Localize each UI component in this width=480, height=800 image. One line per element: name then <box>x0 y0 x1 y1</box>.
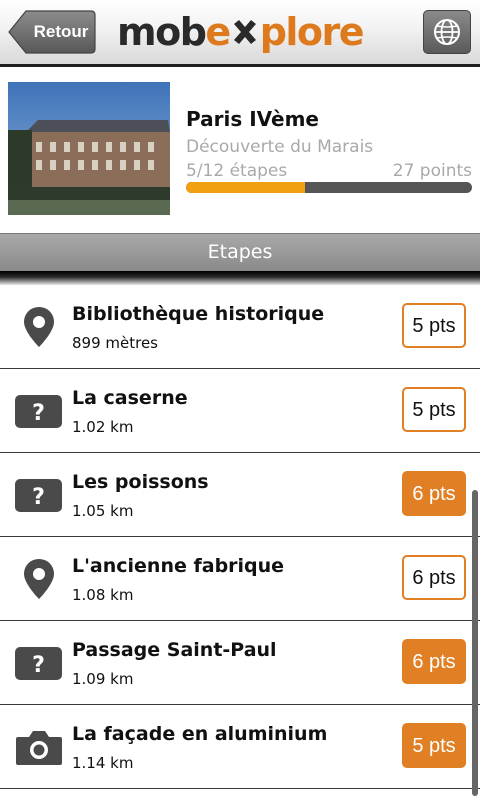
points-total-text: 27 points <box>392 161 472 181</box>
section-header: Etapes <box>0 233 480 271</box>
svg-text:?: ? <box>32 485 45 510</box>
map-pin-icon <box>14 557 64 601</box>
section-divider <box>0 271 480 286</box>
step-distance: 1.14 km <box>72 754 134 772</box>
svg-text:?: ? <box>32 653 45 678</box>
list-item[interactable]: L'ancienne fabrique 1.08 km 6 pts <box>0 537 480 621</box>
points-badge: 6 pts <box>402 471 466 516</box>
points-badge: 5 pts <box>402 303 466 348</box>
points-badge: 6 pts <box>402 639 466 684</box>
globe-icon <box>434 19 460 45</box>
step-distance: 1.09 km <box>72 670 134 688</box>
x-mark-icon <box>233 20 256 44</box>
question-icon: ? <box>14 641 64 685</box>
map-pin-icon <box>14 305 64 349</box>
back-button-label: Retour <box>33 22 89 41</box>
step-name: La façade en aluminium <box>72 723 328 745</box>
step-name: Passage Saint-Paul <box>72 639 277 661</box>
scrollbar[interactable] <box>472 490 478 796</box>
progress-bar-fill <box>186 182 306 193</box>
steps-list: Bibliothèque historique 899 mètres 5 pts… <box>0 285 480 789</box>
camera-icon <box>14 725 64 769</box>
svg-text:?: ? <box>32 401 45 426</box>
list-item[interactable]: ? Les poissons 1.05 km 6 pts <box>0 453 480 537</box>
list-item[interactable]: ? Passage Saint-Paul 1.09 km 6 pts <box>0 621 480 705</box>
points-badge: 6 pts <box>402 555 466 600</box>
step-distance: 1.05 km <box>72 502 134 520</box>
tour-photo <box>8 82 170 215</box>
app-logo: mobe plore <box>117 8 365 56</box>
back-button[interactable]: Retour <box>8 10 96 54</box>
logo-text-part2: e <box>205 10 231 54</box>
globe-button[interactable] <box>423 10 471 54</box>
step-name: L'ancienne fabrique <box>72 555 285 577</box>
tour-title: Paris IVème <box>186 107 319 131</box>
step-name: La caserne <box>72 387 188 409</box>
progress-bar <box>186 182 472 193</box>
logo-text-part1: mob <box>117 10 207 54</box>
logo-text-part3: plore <box>259 10 365 54</box>
list-item[interactable]: Bibliothèque historique 899 mètres 5 pts <box>0 285 480 369</box>
section-title: Etapes <box>207 241 273 263</box>
app-header: Retour mobe plore <box>0 0 480 67</box>
step-distance: 899 mètres <box>72 334 159 352</box>
question-icon: ? <box>14 389 64 433</box>
list-item[interactable]: ? La caserne 1.02 km 5 pts <box>0 369 480 453</box>
step-name: Les poissons <box>72 471 209 493</box>
step-distance: 1.02 km <box>72 418 134 436</box>
tour-subtitle: Découverte du Marais <box>186 137 374 157</box>
list-item[interactable]: La façade en aluminium 1.14 km 5 pts <box>0 705 480 789</box>
points-badge: 5 pts <box>402 387 466 432</box>
step-name: Bibliothèque historique <box>72 303 325 325</box>
steps-progress-text: 5/12 étapes <box>186 161 288 181</box>
question-icon: ? <box>14 473 64 517</box>
step-distance: 1.08 km <box>72 586 134 604</box>
points-badge: 5 pts <box>402 723 466 768</box>
tour-summary: Paris IVème Découverte du Marais 5/12 ét… <box>0 67 480 233</box>
